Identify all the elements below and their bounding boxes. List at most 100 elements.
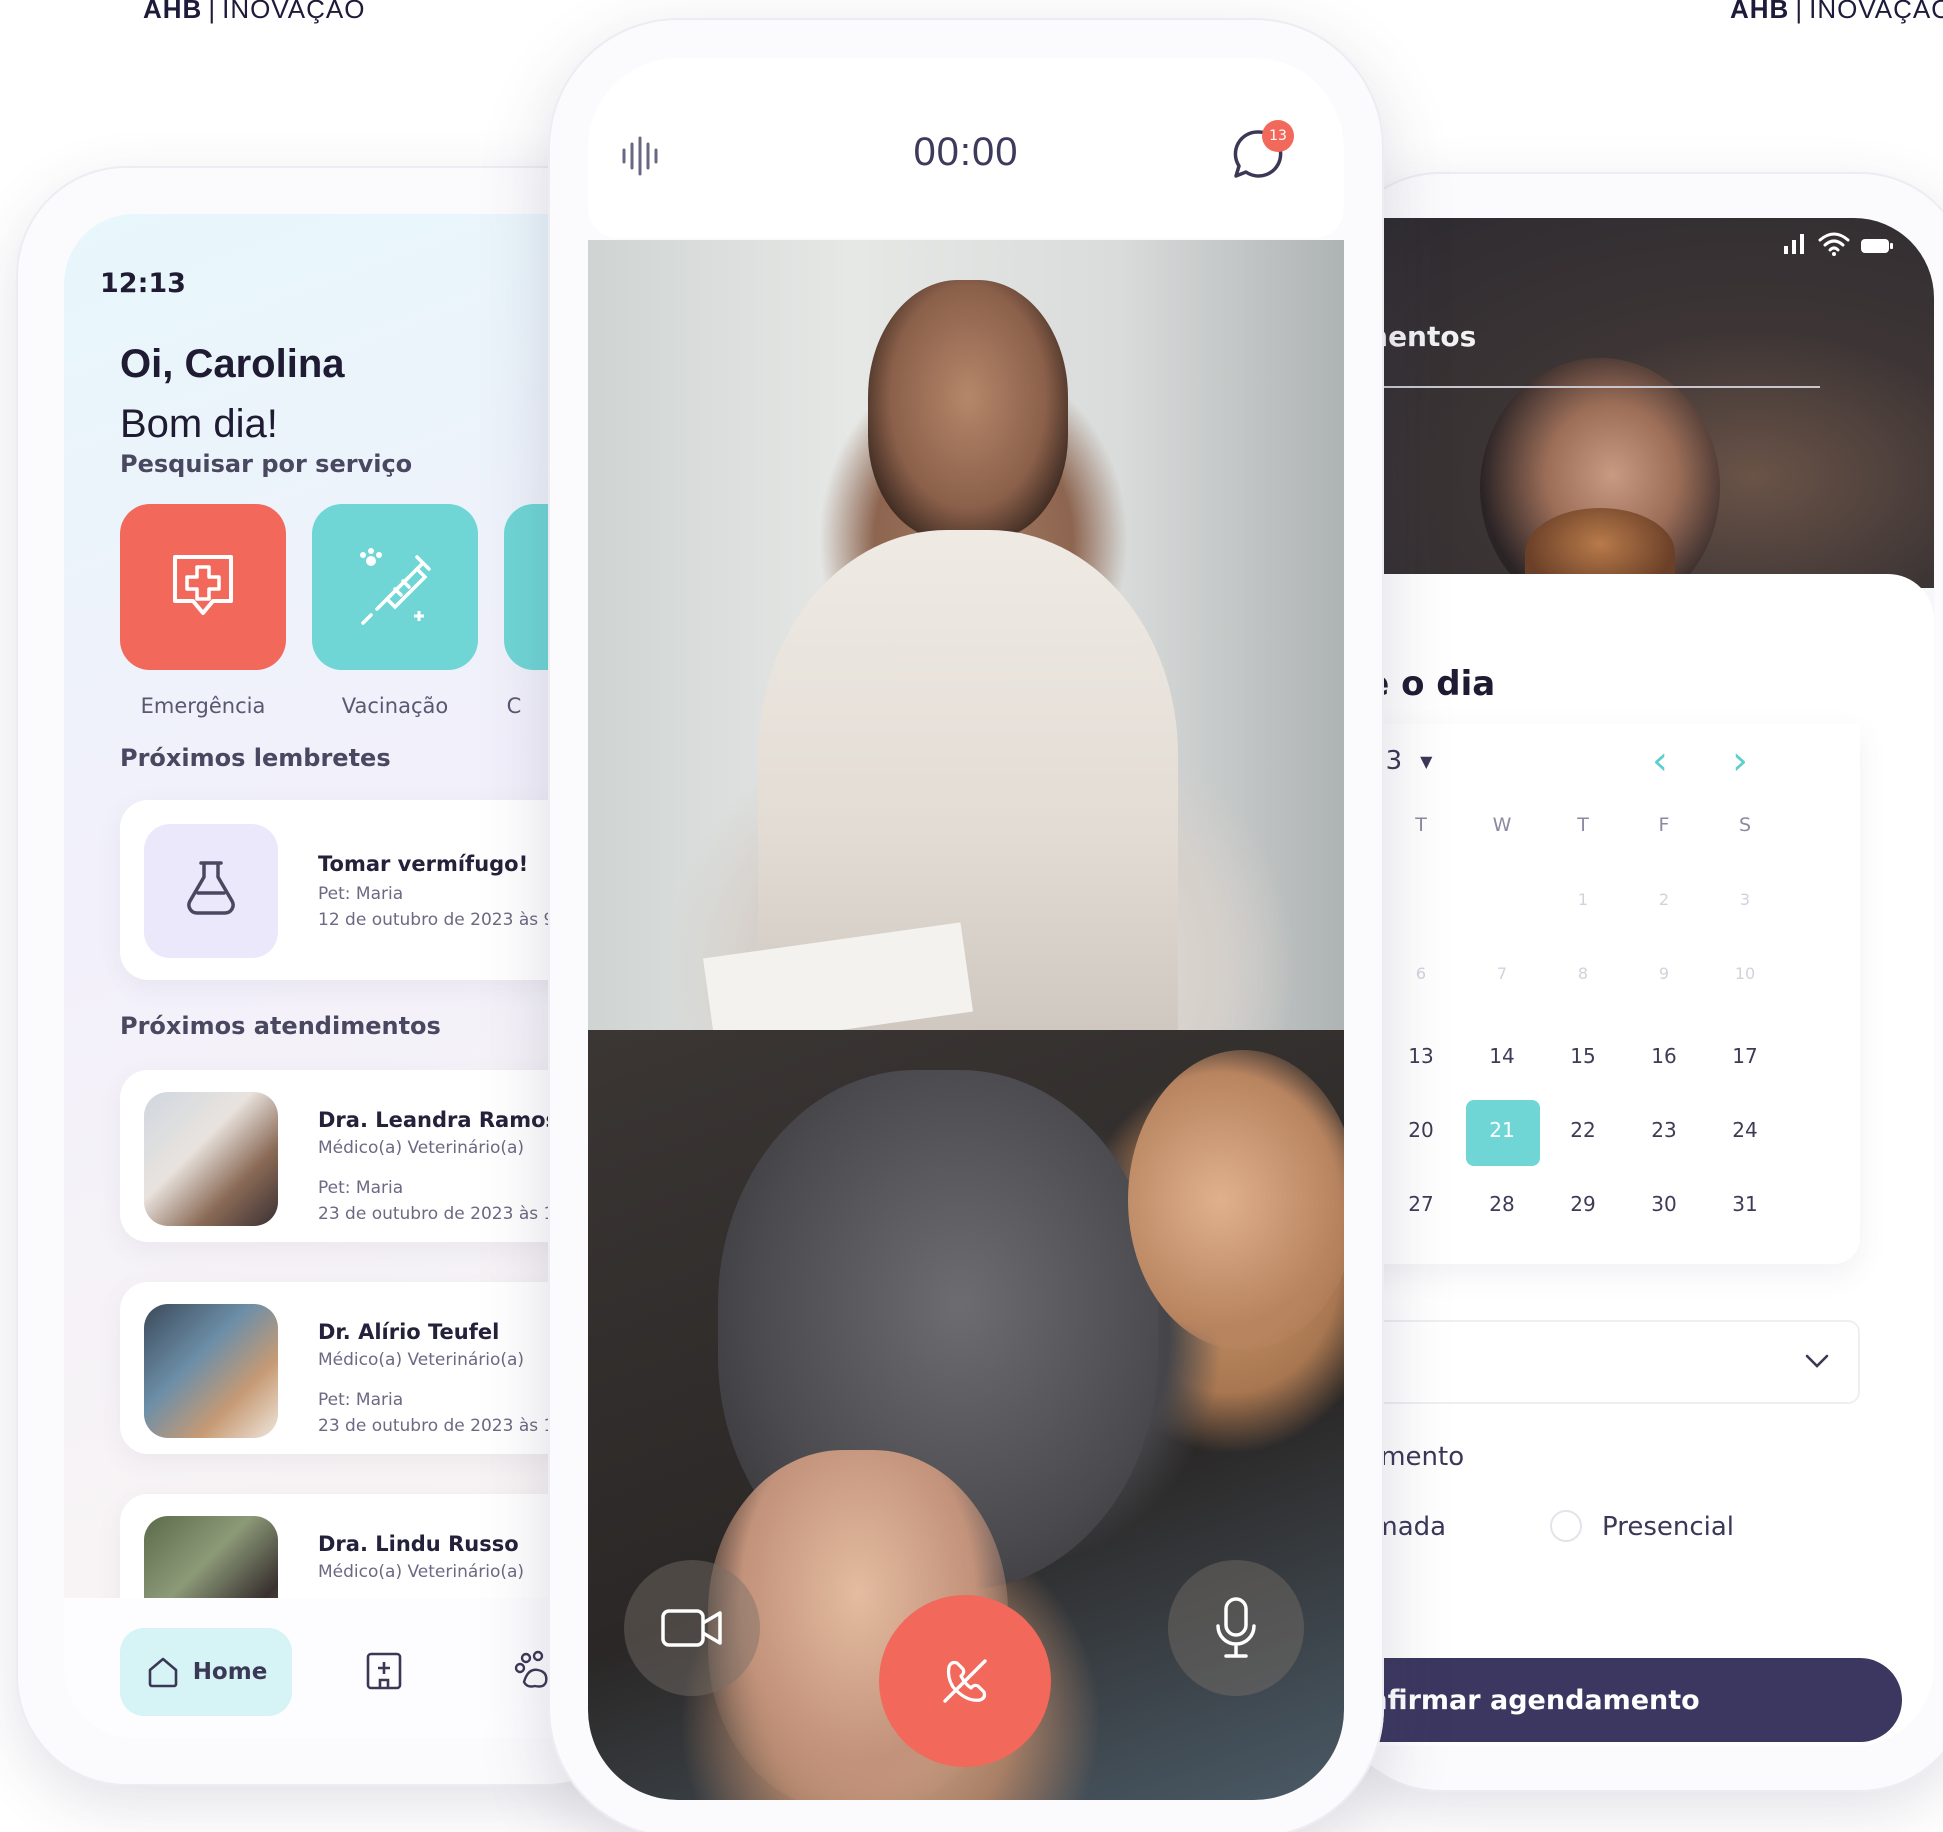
home-icon [148,1657,177,1688]
emergency-cross-icon [173,555,233,615]
chevron-down-icon [1805,1354,1829,1368]
calendar-day[interactable]: 20 [1386,1118,1456,1142]
doctor-name: Dra. Leandra Ramos [318,1108,559,1132]
search-service-label: Pesquisar por serviço [120,450,413,478]
calendar-day-disabled: 9 [1658,964,1670,983]
calendar-day[interactable]: 14 [1467,1044,1537,1068]
patient-face [1128,1050,1344,1350]
calendar-day[interactable]: 17 [1710,1044,1780,1068]
reminder-title: Tomar vermífugo! [318,852,529,876]
notebook [703,922,973,1030]
calendar-day[interactable]: 13 [1386,1044,1456,1068]
chat-button[interactable]: 13 [1228,120,1294,188]
prev-month-chevron-icon[interactable]: ‹ [1652,738,1668,784]
booking-screen: amentos ne o dia 2023 ▼ ‹ › M T W T F S [1330,218,1934,1746]
service-third-label: C [506,694,522,718]
calendar-day[interactable]: 22 [1548,1118,1618,1142]
doctor-avatar [144,1092,278,1226]
brand-header-left: AHB | INOVAÇÃO [143,0,365,25]
calendar-day-disabled: 3 [1739,890,1751,909]
syringe-paw-icon [360,548,431,625]
appointment-date: 23 de outubro de 2023 às 14h [318,1416,576,1436]
brand-tag: INOVAÇÃO [1809,0,1943,24]
hospital-building-icon [366,1652,402,1690]
brand-separator: | [208,0,217,24]
battery-icon [1861,239,1893,253]
brand-tag: INOVAÇÃO [222,0,366,24]
doctor-name: Dra. Lindu Russo [318,1532,519,1556]
nav-home-button[interactable]: Home [120,1628,292,1716]
end-call-button[interactable] [879,1595,1051,1767]
wifi-icon [1818,232,1850,256]
appointment-pet: Pet: Maria [318,1390,404,1410]
doctor-role: Médico(a) Veterinário(a) [318,1562,525,1582]
calendar-day[interactable]: 30 [1629,1192,1699,1216]
calendar-day-selected[interactable]: 21 [1467,1118,1537,1142]
brand-separator: | [1795,0,1804,24]
calendar-day-disabled: 6 [1415,964,1427,983]
appointment-date: 23 de outubro de 2023 às 14h [318,1204,576,1224]
calendar-day[interactable]: 24 [1710,1118,1780,1142]
camera-toggle-button[interactable] [624,1560,760,1696]
status-time: 12:13 [100,268,186,299]
signal-icon [1784,234,1804,254]
doctor-role: Médico(a) Veterinário(a) [318,1350,525,1370]
microphone-icon [1216,1597,1256,1658]
reminders-label: Próximos lembretes [120,744,391,772]
option-inperson-label[interactable]: Presencial [1602,1512,1734,1542]
calendar-day-disabled: 7 [1496,964,1508,983]
patient-video-feed [588,1030,1344,1800]
doctor-role: Médico(a) Veterinário(a) [318,1138,525,1158]
calendar-day[interactable]: 28 [1467,1192,1537,1216]
calendar-day-disabled: 10 [1734,964,1756,983]
hang-up-phone-icon [943,1659,987,1703]
calendar-card: 2023 ▼ ‹ › M T W T F S 1 2 3 5 6 7 [1330,724,1860,1264]
doctor-name: Dr. Alírio Teufel [318,1320,500,1344]
calendar-day[interactable]: 16 [1629,1044,1699,1068]
weekday-label: W [1492,814,1512,836]
weekday-label: S [1738,814,1752,836]
calendar-day[interactable]: 31 [1710,1192,1780,1216]
confirm-appointment-button[interactable]: Confirmar agendamento [1330,1658,1902,1742]
reminder-date: 12 de outubro de 2023 às 9h [318,910,566,930]
brand-header-right: AHB | INOVAÇÃO [1730,0,1943,25]
brand-name: AHB [1730,0,1790,24]
reminder-pet: Pet: Maria [318,884,404,904]
calendar-day-disabled: 2 [1658,890,1670,909]
service-emergency-button[interactable] [120,504,286,670]
microphone-toggle-button[interactable] [1168,1560,1304,1696]
status-bar-icons [1782,232,1894,256]
nav-clinic-button[interactable] [364,1650,404,1696]
next-month-chevron-icon[interactable]: › [1732,738,1748,784]
confirm-appointment-label: Confirmar agendamento [1330,1684,1700,1716]
time-select-dropdown[interactable] [1330,1320,1860,1404]
calendar-day[interactable]: 23 [1629,1118,1699,1142]
calendar-day-disabled: 1 [1577,890,1589,909]
doctor-head [868,280,1068,540]
weekday-label: F [1658,814,1670,836]
video-camera-icon [661,1609,722,1647]
weekday-label: T [1415,814,1427,836]
inperson-radio[interactable] [1550,1510,1582,1542]
reminder-icon-tile [144,824,278,958]
calendar-day[interactable]: 29 [1548,1192,1618,1216]
greeting-name: Oi, Carolina [120,342,345,386]
header-photo [1330,218,1934,618]
brand-name: AHB [143,0,203,24]
calendar-day-disabled: 8 [1577,964,1589,983]
weekday-label: T [1577,814,1589,836]
header-divider [1330,386,1820,388]
service-vaccination-label: Vacinação [341,694,449,718]
appointments-label: Próximos atendimentos [120,1012,441,1040]
chat-badge: 13 [1262,120,1294,152]
doctor-video-feed [588,240,1344,1030]
caret-down-icon: ▼ [1420,751,1433,771]
calendar-day[interactable]: 27 [1386,1192,1456,1216]
appointment-pet: Pet: Maria [318,1178,404,1198]
booking-sheet: ne o dia 2023 ▼ ‹ › M T W T F S 1 2 3 [1330,574,1934,1746]
service-vaccination-button[interactable] [312,504,478,670]
flask-icon [187,861,235,915]
greeting-sub: Bom dia! [120,402,278,446]
nav-home-label: Home [192,1659,268,1685]
calendar-day[interactable]: 15 [1548,1044,1618,1068]
